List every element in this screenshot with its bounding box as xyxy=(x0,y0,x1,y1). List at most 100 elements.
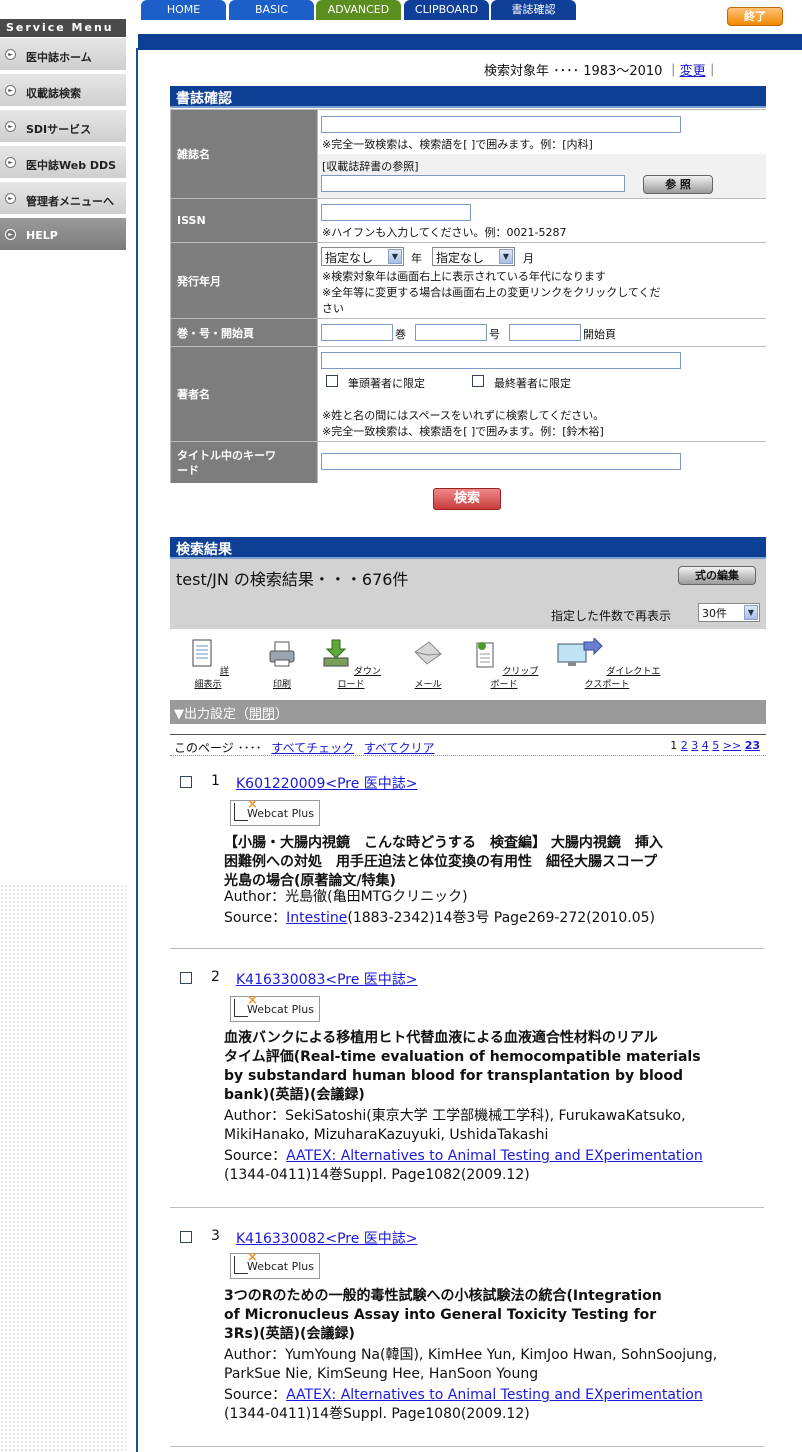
author-text: MikiHanako, MizuharaKazuyuki, UshidaTaka… xyxy=(224,1127,549,1143)
arrow-circle-icon: ► xyxy=(5,121,16,132)
record-id-link[interactable]: K416330083<Pre 医中誌> xyxy=(236,969,418,989)
biblio-form: 雑誌名 ※完全一致検索は、検索語を[ ]で囲みます。例：[内科] [収載誌辞書の… xyxy=(170,109,766,483)
author-input[interactable] xyxy=(321,352,681,369)
volume-suffix: 巻 xyxy=(395,328,406,341)
record-id-link[interactable]: K416330082<Pre 医中誌> xyxy=(236,1228,418,1248)
tab-biblio[interactable]: 書誌確認 xyxy=(491,0,576,20)
tab-advanced[interactable]: ADVANCED xyxy=(316,0,401,20)
exit-button[interactable]: 終了 xyxy=(727,7,783,26)
month-select-value: 指定なし xyxy=(436,251,485,265)
volume-input[interactable] xyxy=(321,324,393,341)
record-checkbox[interactable] xyxy=(180,1231,192,1243)
last-author-checkbox[interactable] xyxy=(472,375,484,387)
page-controls: このページ ････ すべてチェック すべてクリア 1 2 3 4 5 >> 2… xyxy=(170,734,766,756)
sidebar-item-help[interactable]: ► HELP xyxy=(0,218,126,252)
journal-link[interactable]: Intestine xyxy=(286,910,347,926)
year-select[interactable]: 指定なし ▼ xyxy=(321,247,404,266)
journal-note: ※完全一致検索は、検索語を[ ]で囲みます。例：[内科] xyxy=(322,138,593,151)
pubdate-note-1: ※検索対象年は画面右上に表示されている年代になります xyxy=(322,270,606,283)
print-button[interactable]: 印刷 xyxy=(262,638,302,690)
month-select[interactable]: 指定なし ▼ xyxy=(432,247,515,266)
record-source: Source：Intestine(1883-2342)14巻3号 Page269… xyxy=(224,909,764,928)
issn-row: ISSN ※ハイフンも入力してください。例：0021-5287 xyxy=(171,199,767,242)
record-checkbox[interactable] xyxy=(180,972,192,984)
journal-link[interactable]: AATEX: Alternatives to Animal Testing an… xyxy=(286,1148,703,1164)
author-note-2: ※完全一致検索は、検索語を[ ]で囲みます。例：[鈴木裕] xyxy=(322,425,604,438)
first-author-checkbox[interactable] xyxy=(326,375,338,387)
source-prefix: Source： xyxy=(224,910,287,926)
sidebar-item-dds[interactable]: ► 医中誌Web DDS xyxy=(0,146,126,180)
output-settings-close: ） xyxy=(275,707,289,722)
journal-dict-input[interactable] xyxy=(321,175,625,192)
results-summary: test/JN の検索結果・・・676件 xyxy=(176,570,409,589)
pubdate-label: 発行年月 xyxy=(171,243,317,318)
webcat-plus-link[interactable]: × Webcat Plus xyxy=(230,994,320,1022)
search-year-line: 検索対象年 ････ 1983～2010 ｜変更｜ xyxy=(484,60,719,79)
issue-suffix: 号 xyxy=(489,328,500,341)
output-toggle-link[interactable]: 開閉 xyxy=(249,707,275,722)
top-bar xyxy=(138,34,802,50)
check-all-link[interactable]: すべてチェック xyxy=(271,741,354,755)
document-icon xyxy=(192,639,212,667)
last-page-link[interactable]: 23 xyxy=(745,739,760,752)
count-select[interactable]: 30件 ▼ xyxy=(698,603,760,622)
keyword-row: タイトル中のキーワ ード xyxy=(171,442,767,483)
record-title-line: by substandard human blood for transplan… xyxy=(224,1068,684,1084)
service-menu-title: Service Menu xyxy=(0,19,126,37)
tab-clipboard[interactable]: CLIPBOARD xyxy=(404,0,489,20)
webcat-plus-link[interactable]: × Webcat Plus xyxy=(230,798,320,826)
direct-export-button[interactable]: ダイレクトエクスポート xyxy=(550,636,664,690)
sidebar-item-home[interactable]: ► 医中誌ホーム xyxy=(0,38,126,72)
change-year-link[interactable]: 変更 xyxy=(680,64,706,79)
mail-button[interactable]: メール xyxy=(410,638,446,690)
edit-query-button[interactable]: 式の編集 xyxy=(678,566,756,585)
start-page-input[interactable] xyxy=(509,324,581,341)
webcat-logo-icon xyxy=(234,999,248,1017)
tab-home[interactable]: HOME xyxy=(141,0,226,20)
sidebar-item-label: SDIサービス xyxy=(26,123,92,136)
source-text: (1344-0411)14巻Suppl. Page1080(2009.12) xyxy=(224,1406,530,1422)
journal-label: 雑誌名 xyxy=(171,110,317,198)
record-title-line: 3つのRのための一般的毒性試験への小核試験法の統合(Integration xyxy=(224,1288,662,1304)
issn-input[interactable] xyxy=(321,204,471,221)
author-text: ParkSue Nie, KimSeung Hee, HanSoon Young xyxy=(224,1366,539,1382)
detail-view-button[interactable]: 詳細表示 xyxy=(186,638,230,690)
browse-button[interactable]: 参 照 xyxy=(643,175,713,194)
download-button[interactable]: ダウンロード xyxy=(318,638,384,690)
webcat-logo-icon xyxy=(234,1256,248,1274)
issue-input[interactable] xyxy=(415,324,487,341)
webcat-plus-link[interactable]: × Webcat Plus xyxy=(230,1250,320,1279)
content-border xyxy=(136,48,138,1452)
page-link[interactable]: 5 xyxy=(712,739,719,752)
record-checkbox[interactable] xyxy=(180,776,192,788)
page-label: このページ ････ xyxy=(174,741,262,755)
search-button[interactable]: 検索 xyxy=(433,488,501,510)
record-source: Source：AATEX: Alternatives to Animal Tes… xyxy=(224,1147,764,1185)
journal-cell: ※完全一致検索は、検索語を[ ]で囲みます。例：[内科] [収載誌辞書の参照] … xyxy=(318,110,766,198)
page-link[interactable]: 2 xyxy=(681,739,688,752)
sidebar-item-journal-search[interactable]: ► 収載誌検索 xyxy=(0,74,126,108)
next-page-link[interactable]: >> xyxy=(723,739,741,752)
page-link[interactable]: 4 xyxy=(702,739,709,752)
clear-all-link[interactable]: すべてクリア xyxy=(364,741,435,755)
mail-icon xyxy=(414,641,442,665)
record-title-line: 血液バンクによる移植用ヒト代替血液による血液適合性材料のリアル xyxy=(224,1030,658,1046)
sidebar-item-admin[interactable]: ► 管理者メニューへ xyxy=(0,182,126,216)
page-link[interactable]: 3 xyxy=(691,739,698,752)
keyword-cell xyxy=(318,442,766,483)
journal-link[interactable]: AATEX: Alternatives to Animal Testing an… xyxy=(286,1387,703,1403)
year-suffix: 年 xyxy=(411,252,422,265)
record-title: 3つのRのための一般的毒性試験への小核試験法の統合(Integration of… xyxy=(224,1287,764,1344)
sidebar-item-label: 収載誌検索 xyxy=(26,87,81,100)
arrow-circle-icon: ► xyxy=(5,229,16,240)
tab-basic[interactable]: BASIC xyxy=(229,0,314,20)
journal-input[interactable] xyxy=(321,116,681,133)
sidebar: Service Menu ► 医中誌ホーム ► 収載誌検索 ► SDIサービス ► 医中… xyxy=(0,0,126,1452)
webcat-x-icon: × xyxy=(247,1250,258,1265)
record-id-link[interactable]: K601220009<Pre 医中誌> xyxy=(236,773,418,793)
sidebar-item-label: 医中誌Web DDS xyxy=(26,159,117,172)
clipboard-button[interactable]: クリップボード xyxy=(468,638,540,690)
keyword-input[interactable] xyxy=(321,453,681,470)
record-author: Author：SekiSatoshi(東京大学 工学部機械工学科), Furuk… xyxy=(224,1107,764,1145)
sidebar-item-sdi[interactable]: ► SDIサービス xyxy=(0,110,126,144)
